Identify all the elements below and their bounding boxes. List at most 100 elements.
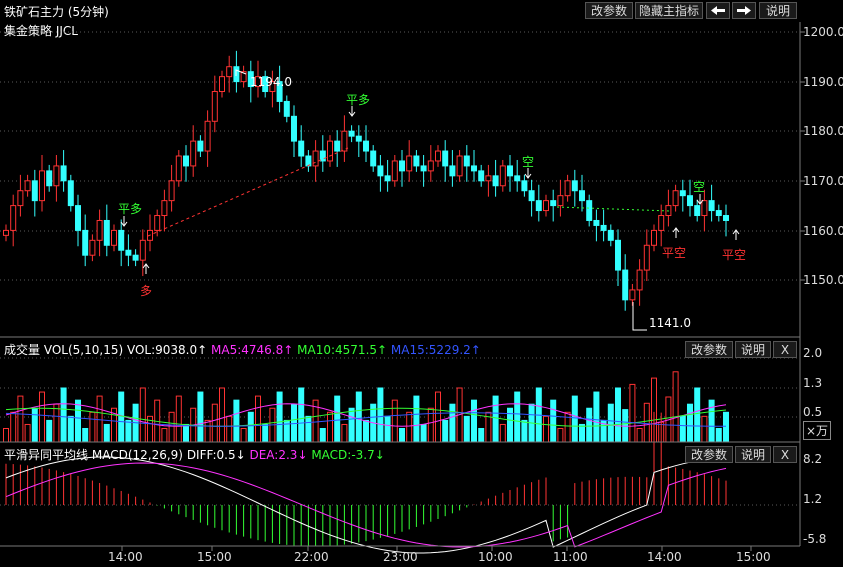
volume-bar [118,391,125,443]
macd-tick: 8.2 [803,452,823,466]
candle-body [651,229,657,246]
candle-body [341,130,348,152]
x-axis-label: 11:00 [553,550,588,564]
candle-body [471,165,477,172]
candle-body [17,190,24,207]
candle-body [435,150,441,162]
candle-body [305,155,312,167]
volume-bar [348,407,355,443]
macd-dea: DEA:2.3 [249,448,298,462]
candle-body [507,165,513,177]
candle-body [283,100,290,117]
volume-bar [211,403,218,443]
price-low-label: 1141.0 [649,316,691,330]
volume-bar [586,407,593,443]
volume-bar [492,395,499,443]
volume-bar [3,428,9,443]
candle-body [168,180,175,202]
macd-params-button[interactable]: 改参数 [685,446,733,463]
candle-body [31,180,38,202]
chart-canvas[interactable] [0,0,843,567]
signal-label: 多 [140,284,153,298]
candle-body [499,165,506,187]
volume-bar [391,399,398,443]
volume-bar [377,387,384,443]
volume-bar [420,423,427,443]
candle-body [564,180,571,197]
volume-bar [103,423,110,443]
volume-bar [636,428,643,443]
signal-label: 空 [522,155,535,169]
volume-bar [319,428,326,443]
candle-body [327,140,333,162]
volume-help-button[interactable]: 说明 [735,341,771,358]
volume-bar [46,419,53,443]
macd-tick: -5.8 [803,532,827,546]
price-high-label: 1194.0 [250,75,292,89]
volume-bar [82,428,89,443]
volume-bar [550,399,557,443]
candle-body [377,165,384,177]
candle-body [3,229,9,236]
price-tick: 1150.0 [803,273,843,287]
volume-bar [579,423,585,443]
candle-body [672,190,679,207]
volume-bar [298,387,305,443]
candle-body [492,175,499,187]
volume-bar [39,391,45,443]
volume-close-button[interactable]: X [773,341,797,358]
candle-body [118,229,125,251]
volume-bar [67,415,74,443]
volume-bar [327,411,333,443]
volume-value: VOL:9038.0 [126,343,198,357]
price-tick: 1200.0 [803,25,843,39]
signal-arrow [732,229,740,240]
candle-body [442,150,449,167]
volume-bar [521,419,528,443]
candle-body [319,150,326,162]
macd-close-button[interactable]: X [773,446,797,463]
volume-tick: 0.5 [803,405,823,419]
candle-body [334,140,341,152]
candle-body [528,190,535,202]
candle-body [348,130,355,137]
volume-indicator-header: 成交量 VOL(5,10,15) VOL:9038.0↑ MA5:4746.8↑… [4,343,481,357]
candle-body [593,219,600,226]
candle-body [103,219,110,246]
candle-body [708,200,715,212]
volume-bar [60,387,67,443]
candle-body [75,205,81,231]
candle-body [175,155,182,182]
candle-body [391,160,398,182]
candle-body [557,195,564,207]
volume-bar [168,411,175,443]
signal-label: 平空 [722,248,747,262]
candle-body [629,289,636,301]
candle-body [384,175,391,182]
volume-params-button[interactable]: 改参数 [685,341,733,358]
volume-bar [463,415,470,443]
volume-ma15: MA15:5229.2 [390,343,471,357]
candle-body [53,165,60,187]
volume-unit: ×万 [803,421,832,440]
volume-bar [233,399,240,443]
volume-bar [449,403,456,443]
candle-body [420,165,427,172]
volume-bar [499,423,506,443]
volume-bar [629,383,636,443]
candle-body [370,150,377,167]
candle-body [413,155,420,167]
candle-body [485,175,492,182]
volume-tick: 2.0 [803,346,823,360]
signal-label: 平空 [662,246,687,260]
candle-body [363,140,369,152]
volume-bar [183,423,189,443]
volume-bar [384,415,391,443]
volume-bar [413,395,420,443]
price-tick: 1160.0 [803,224,843,238]
volume-bar [276,391,283,443]
candle-body [39,170,45,202]
volume-params: VOL(5,10,15) [43,343,124,357]
candle-body [132,254,139,261]
macd-help-button[interactable]: 说明 [735,446,771,463]
